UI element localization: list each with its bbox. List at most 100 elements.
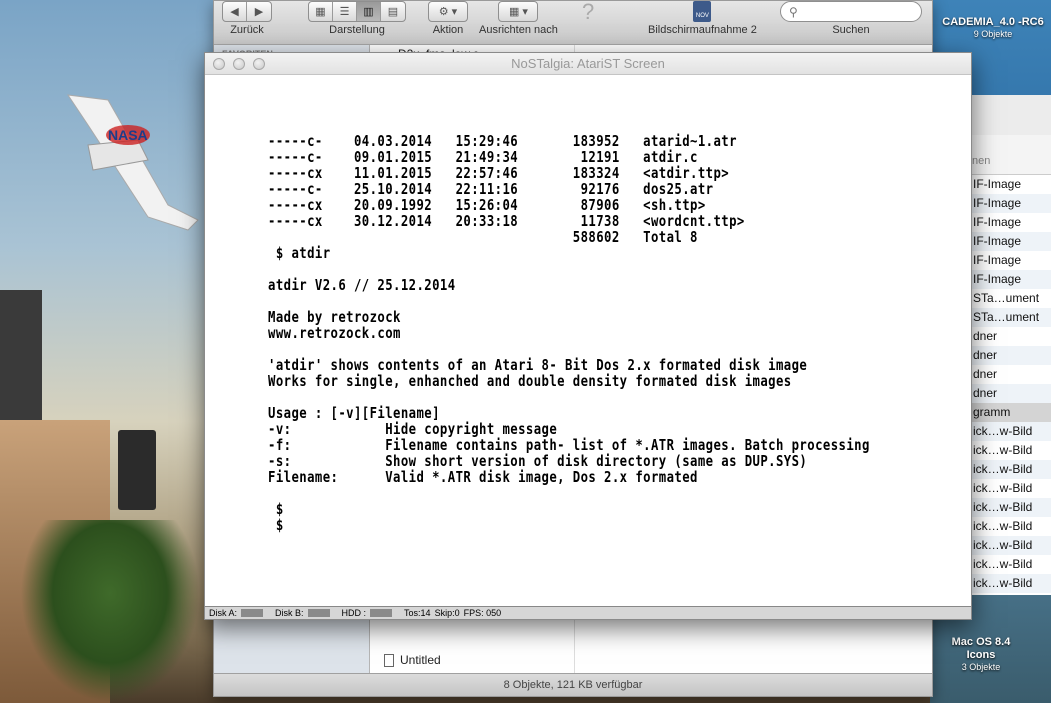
nostalgia-titlebar[interactable]: NoSTalgia: AtariST Screen [205,53,971,75]
desktop-icon-macos-icons[interactable]: Mac OS 8.4 Icons 3 Objekte [936,636,1026,672]
wallpaper-palm-trees [20,520,200,703]
screen-line: $ [268,500,284,518]
screen-line: -f: Filename contains path- list of *.AT… [268,436,870,454]
finder-toolbar: ◀ ▶ Zurück ▦ ☰ ▥ ▤ Darstellung ⚙ ▾ Aktio… [214,1,932,45]
forward-arrow-icon[interactable]: ▶ [247,2,271,21]
atari-screen[interactable]: -----c- 04.03.2014 15:29:46 183952 atari… [205,75,971,607]
coverflow-view-icon[interactable]: ▤ [381,2,405,21]
side-list-item[interactable]: STa…ument [971,308,1051,327]
search-group: ⚲ Suchen [780,1,922,36]
side-list-item[interactable]: IF-Image [971,270,1051,289]
window-title: NoSTalgia: AtariST Screen [511,56,665,71]
back-label: Zurück [230,24,264,36]
desktop-icon-label: CADEMIA_4.0 -RC6 [942,16,1044,28]
side-window-toolbar [970,95,1051,135]
desktop-icon-cademia[interactable]: CADEMIA_4.0 -RC6 9 Objekte [938,16,1048,39]
screen-line: -----c- 09.01.2015 21:49:34 12191 atdir.… [268,148,698,166]
screen-line: 588602 Total 8 [268,228,698,246]
view-group: ▦ ☰ ▥ ▤ Darstellung [308,1,406,36]
screen-line: -----c- 04.03.2014 15:29:46 183952 atari… [268,132,737,150]
column-view-icon[interactable]: ▥ [357,2,381,21]
side-window-column-header[interactable]: nen [970,135,1051,175]
skip-label: Skip:0 [434,608,460,618]
svg-text:NASA: NASA [108,127,148,143]
tos-label: Tos:14 [404,608,431,618]
untitled-label: Untitled [400,653,441,667]
screenshot-group: NOV Bildschirmaufnahme 2 [648,1,757,36]
arrange-grid-icon[interactable]: ▦ ▾ [499,2,537,21]
screen-line: www.retrozock.com [268,324,401,342]
desktop-icon-sub: 3 Objekte [961,662,1001,672]
side-list-item[interactable]: IF-Image [971,194,1051,213]
side-list-item[interactable]: STa…ument [971,289,1051,308]
untitled-file-row[interactable]: Untitled [384,653,441,667]
back-arrow-icon[interactable]: ◀ [223,2,247,21]
wallpaper-traffic-light [118,430,156,510]
gear-icon[interactable]: ⚙ ▾ [429,2,467,21]
side-list-item[interactable]: ick…w-Bild [971,498,1051,517]
arrange-label: Ausrichten nach [479,24,558,36]
close-button[interactable] [213,58,225,70]
screenshot-label: Bildschirmaufnahme 2 [648,24,757,36]
screen-line: -----cx 30.12.2014 20:33:18 11738 <wordc… [268,212,745,230]
screen-line: $ atdir [268,244,331,262]
side-list-item[interactable]: dner [971,346,1051,365]
hdd-label: HDD : [341,608,367,618]
screen-line: -----c- 25.10.2014 22:11:16 92176 dos25.… [268,180,714,198]
side-list-item[interactable]: dner [971,384,1051,403]
hdd-led [370,609,393,617]
search-icon: ⚲ [789,4,798,19]
wallpaper-billboard [0,290,42,420]
side-list-item[interactable]: ick…w-Bild [971,479,1051,498]
zoom-button[interactable] [253,58,265,70]
action-group: ⚙ ▾ Aktion [428,1,468,36]
action-label: Aktion [432,24,464,36]
side-list-item[interactable]: ick…w-Bild [971,517,1051,536]
minimize-button[interactable] [233,58,245,70]
side-list-item[interactable]: IF-Image [971,232,1051,251]
side-list-item[interactable]: ick…w-Bild [971,460,1051,479]
side-list-item[interactable]: dner [971,327,1051,346]
screen-line: Filename: Valid *.ATR disk image, Dos 2.… [268,468,698,486]
side-window-list[interactable]: IF-Image IF-Image IF-Image IF-Image IF-Image… [970,175,1051,595]
side-list-item[interactable]: dner [971,365,1051,384]
help-group: ? [582,1,594,23]
question-mark-icon[interactable]: ? [582,1,594,23]
desktop-icon-label: Mac OS 8.4 Icons [951,636,1011,661]
screen-line: atdir V2.6 // 25.12.2014 [268,276,456,294]
back-forward-group: ◀ ▶ Zurück [222,1,272,36]
side-list-item[interactable]: IF-Image [971,251,1051,270]
nostalgia-window[interactable]: NoSTalgia: AtariST Screen -----c- 04.03.… [204,52,972,620]
disk-b-label: Disk B: [275,608,304,618]
finder-status-bar: 8 Objekte, 121 KB verfügbar [214,673,932,696]
side-list-item[interactable]: IF-Image [971,175,1051,194]
emulator-status-bar: Disk A: Disk B: HDD : Tos:14 Skip:0 FPS:… [205,606,971,619]
screen-line: 'atdir' shows contents of an Atari 8- Bi… [268,356,808,374]
screen-line: -s: Show short version of disk directory… [268,452,808,470]
side-list-item[interactable]: ick…w-Bild [971,441,1051,460]
screen-line: -----cx 20.09.1992 15:26:04 87906 <sh.tt… [268,196,706,214]
quicklook-document-icon[interactable]: NOV [693,1,712,22]
side-list-item[interactable]: ick…w-Bild [971,555,1051,574]
side-list-item[interactable]: IF-Image [971,213,1051,232]
side-list-item[interactable]: ick…w-Bild [971,574,1051,593]
disk-a-label: Disk A: [209,608,238,618]
fps-label: FPS: 050 [463,608,502,618]
search-input[interactable]: ⚲ [780,1,922,22]
side-list-item[interactable]: ick…w-Bild [971,422,1051,441]
search-label: Suchen [832,24,870,36]
view-label: Darstellung [329,24,385,36]
disk-b-led [307,609,330,617]
wallpaper-airplane: NASA [66,94,199,231]
screen-line: Made by retrozock [268,308,401,326]
document-icon [384,653,394,667]
icon-view-icon[interactable]: ▦ [309,2,333,21]
screen-line: $ [268,516,284,534]
screen-line: -----cx 11.01.2015 22:57:46 183324 <atdi… [268,164,730,182]
side-list-item[interactable]: gramm [971,403,1051,422]
screen-line: Works for single, enhanched and double d… [268,372,792,390]
disk-a-led [241,609,264,617]
side-list-item[interactable]: ick…w-Bild [971,536,1051,555]
list-view-icon[interactable]: ☰ [333,2,357,21]
arrange-group: ▦ ▾ Ausrichten nach [479,1,558,36]
